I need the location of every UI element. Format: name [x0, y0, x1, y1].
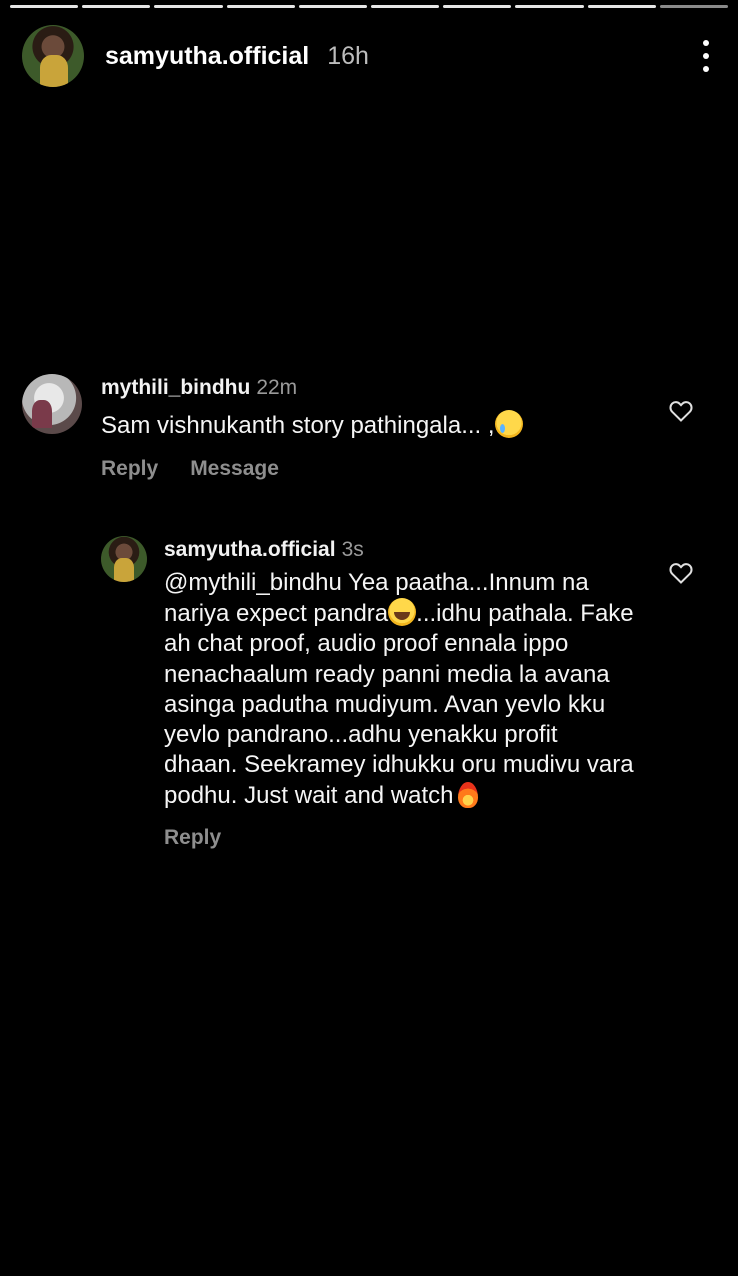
comment-body: samyutha.official 3s @mythili_bindhu Yea…	[164, 536, 701, 850]
comment-text: Sam vishnukanth story pathingala... ,	[101, 410, 621, 441]
comment-username[interactable]: mythili_bindhu	[101, 376, 250, 400]
comment-meta: samyutha.official 3s	[164, 538, 701, 562]
comment-meta: mythili_bindhu 22m	[101, 376, 702, 400]
comment-actions: Reply Message	[101, 457, 702, 481]
reply-comment: samyutha.official 3s @mythili_bindhu Yea…	[101, 536, 701, 850]
comment-body: mythili_bindhu 22m Sam vishnukanth story…	[101, 374, 702, 481]
laughing-tears-icon	[388, 598, 417, 627]
story-username[interactable]: samyutha.official	[105, 42, 309, 71]
like-heart-icon[interactable]	[669, 562, 693, 584]
like-heart-icon[interactable]	[669, 400, 693, 422]
comment-text-content: Sam vishnukanth story pathingala... ,	[101, 412, 495, 439]
progress-segment	[226, 5, 295, 8]
reply-button[interactable]: Reply	[164, 826, 221, 850]
progress-segment	[154, 5, 223, 8]
progress-segment	[298, 5, 368, 8]
progress-segment-current	[659, 5, 729, 8]
progress-segment	[443, 5, 512, 8]
comment-username[interactable]: samyutha.official	[164, 538, 336, 562]
more-options-icon[interactable]	[696, 40, 716, 72]
story-avatar[interactable]	[22, 25, 84, 87]
story-time: 16h	[327, 41, 369, 70]
progress-segment	[371, 5, 440, 8]
reply-button[interactable]: Reply	[101, 457, 158, 481]
comment-text-part: ...idhu pathala. Fake ah chat proof, aud…	[164, 600, 634, 810]
progress-segment	[10, 5, 79, 8]
comment-text: @mythili_bindhu Yea paatha...Innum na na…	[164, 568, 634, 812]
story-progress-bar	[10, 5, 729, 8]
progress-segment	[515, 5, 584, 8]
message-button[interactable]: Message	[190, 457, 279, 481]
reply-avatar[interactable]	[101, 536, 147, 582]
crying-face-icon	[494, 410, 523, 438]
story-header: samyutha.official 16h	[22, 24, 716, 88]
commenter-avatar[interactable]	[22, 374, 82, 434]
comment: mythili_bindhu 22m Sam vishnukanth story…	[22, 374, 702, 481]
progress-segment	[587, 5, 656, 8]
fire-icon	[454, 780, 482, 809]
comment-time: 22m	[256, 376, 298, 399]
progress-segment	[82, 5, 151, 8]
comment-actions: Reply	[164, 826, 701, 850]
comment-time: 3s	[341, 538, 364, 561]
